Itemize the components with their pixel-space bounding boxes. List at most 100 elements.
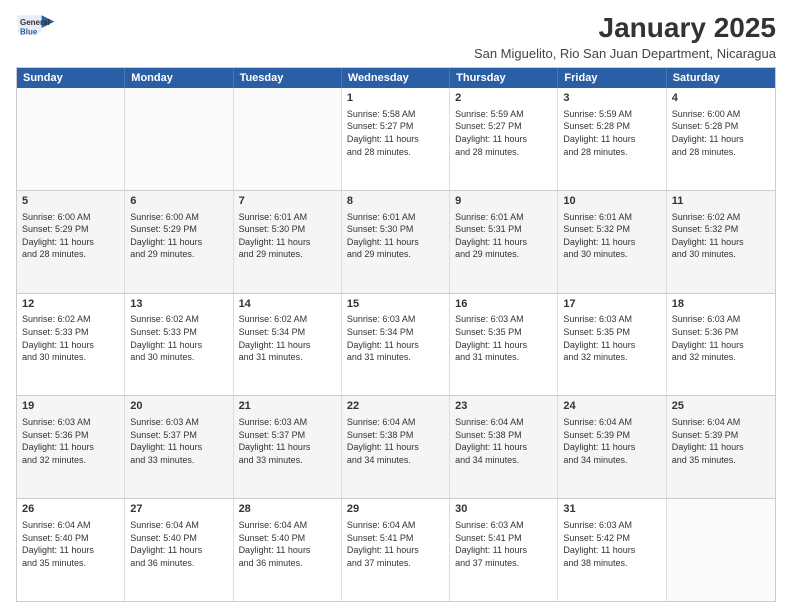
- cell-line-3: and 32 minutes.: [672, 351, 770, 364]
- calendar-cell-1: 1Sunrise: 5:58 AMSunset: 5:27 PMDaylight…: [342, 88, 450, 190]
- cell-line-3: and 30 minutes.: [22, 351, 119, 364]
- calendar-cell-15: 15Sunrise: 6:03 AMSunset: 5:34 PMDayligh…: [342, 294, 450, 396]
- cell-line-1: Sunset: 5:41 PM: [347, 532, 444, 545]
- cell-line-3: and 29 minutes.: [130, 248, 227, 261]
- cell-line-1: Sunset: 5:38 PM: [455, 429, 552, 442]
- calendar-cell-13: 13Sunrise: 6:02 AMSunset: 5:33 PMDayligh…: [125, 294, 233, 396]
- cell-line-1: Sunset: 5:41 PM: [455, 532, 552, 545]
- day-number: 9: [455, 194, 552, 209]
- cell-line-3: and 34 minutes.: [455, 454, 552, 467]
- cell-content: Sunrise: 6:02 AMSunset: 5:32 PMDaylight:…: [672, 211, 770, 261]
- cell-content: Sunrise: 6:01 AMSunset: 5:32 PMDaylight:…: [563, 211, 660, 261]
- day-number: 29: [347, 502, 444, 517]
- day-number: 12: [22, 297, 119, 312]
- cell-line-2: Daylight: 11 hours: [130, 544, 227, 557]
- cell-line-1: Sunset: 5:40 PM: [22, 532, 119, 545]
- calendar: SundayMondayTuesdayWednesdayThursdayFrid…: [16, 67, 776, 602]
- cell-line-3: and 28 minutes.: [347, 146, 444, 159]
- calendar-row-4: 26Sunrise: 6:04 AMSunset: 5:40 PMDayligh…: [17, 498, 775, 601]
- cell-content: Sunrise: 5:59 AMSunset: 5:28 PMDaylight:…: [563, 108, 660, 158]
- cell-content: Sunrise: 6:03 AMSunset: 5:34 PMDaylight:…: [347, 313, 444, 363]
- cell-line-0: Sunrise: 6:00 AM: [22, 211, 119, 224]
- cell-line-3: and 29 minutes.: [239, 248, 336, 261]
- cell-content: Sunrise: 6:03 AMSunset: 5:37 PMDaylight:…: [239, 416, 336, 466]
- cell-line-3: and 31 minutes.: [347, 351, 444, 364]
- cell-line-1: Sunset: 5:27 PM: [455, 120, 552, 133]
- cell-line-1: Sunset: 5:34 PM: [347, 326, 444, 339]
- cell-line-0: Sunrise: 6:01 AM: [455, 211, 552, 224]
- day-number: 3: [563, 91, 660, 106]
- calendar-cell-23: 23Sunrise: 6:04 AMSunset: 5:38 PMDayligh…: [450, 396, 558, 498]
- cell-line-1: Sunset: 5:28 PM: [672, 120, 770, 133]
- cell-line-1: Sunset: 5:36 PM: [22, 429, 119, 442]
- calendar-cell-26: 26Sunrise: 6:04 AMSunset: 5:40 PMDayligh…: [17, 499, 125, 601]
- cell-line-3: and 32 minutes.: [563, 351, 660, 364]
- header-day-friday: Friday: [558, 68, 666, 88]
- cell-line-0: Sunrise: 6:03 AM: [563, 313, 660, 326]
- cell-line-3: and 28 minutes.: [672, 146, 770, 159]
- day-number: 27: [130, 502, 227, 517]
- cell-line-0: Sunrise: 5:59 AM: [563, 108, 660, 121]
- cell-line-1: Sunset: 5:37 PM: [130, 429, 227, 442]
- cell-line-2: Daylight: 11 hours: [347, 544, 444, 557]
- cell-line-2: Daylight: 11 hours: [22, 236, 119, 249]
- cell-line-0: Sunrise: 6:00 AM: [672, 108, 770, 121]
- cell-line-1: Sunset: 5:39 PM: [672, 429, 770, 442]
- day-number: 11: [672, 194, 770, 209]
- calendar-row-3: 19Sunrise: 6:03 AMSunset: 5:36 PMDayligh…: [17, 395, 775, 498]
- title-block: January 2025 San Miguelito, Rio San Juan…: [474, 12, 776, 61]
- calendar-cell-10: 10Sunrise: 6:01 AMSunset: 5:32 PMDayligh…: [558, 191, 666, 293]
- cell-line-3: and 37 minutes.: [455, 557, 552, 570]
- cell-line-2: Daylight: 11 hours: [22, 441, 119, 454]
- cell-line-2: Daylight: 11 hours: [563, 133, 660, 146]
- day-number: 30: [455, 502, 552, 517]
- calendar-row-0: 1Sunrise: 5:58 AMSunset: 5:27 PMDaylight…: [17, 88, 775, 190]
- cell-line-2: Daylight: 11 hours: [563, 236, 660, 249]
- cell-line-0: Sunrise: 6:03 AM: [347, 313, 444, 326]
- header-day-saturday: Saturday: [667, 68, 775, 88]
- cell-line-2: Daylight: 11 hours: [672, 441, 770, 454]
- day-number: 8: [347, 194, 444, 209]
- cell-line-3: and 34 minutes.: [347, 454, 444, 467]
- cell-line-0: Sunrise: 6:01 AM: [347, 211, 444, 224]
- header-day-wednesday: Wednesday: [342, 68, 450, 88]
- cell-line-0: Sunrise: 6:03 AM: [563, 519, 660, 532]
- day-number: 6: [130, 194, 227, 209]
- day-number: 4: [672, 91, 770, 106]
- cell-line-0: Sunrise: 6:01 AM: [239, 211, 336, 224]
- calendar-cell-19: 19Sunrise: 6:03 AMSunset: 5:36 PMDayligh…: [17, 396, 125, 498]
- cell-line-3: and 30 minutes.: [130, 351, 227, 364]
- cell-line-1: Sunset: 5:28 PM: [563, 120, 660, 133]
- cell-line-2: Daylight: 11 hours: [347, 339, 444, 352]
- cell-line-2: Daylight: 11 hours: [347, 133, 444, 146]
- day-number: 14: [239, 297, 336, 312]
- cell-content: Sunrise: 6:03 AMSunset: 5:41 PMDaylight:…: [455, 519, 552, 569]
- cell-line-2: Daylight: 11 hours: [239, 339, 336, 352]
- cell-line-0: Sunrise: 6:03 AM: [672, 313, 770, 326]
- day-number: 13: [130, 297, 227, 312]
- cell-content: Sunrise: 6:01 AMSunset: 5:30 PMDaylight:…: [239, 211, 336, 261]
- calendar-cell-12: 12Sunrise: 6:02 AMSunset: 5:33 PMDayligh…: [17, 294, 125, 396]
- cell-line-0: Sunrise: 6:04 AM: [22, 519, 119, 532]
- cell-line-3: and 30 minutes.: [563, 248, 660, 261]
- header: GeneralBlue January 2025 San Miguelito, …: [16, 12, 776, 61]
- calendar-cell-16: 16Sunrise: 6:03 AMSunset: 5:35 PMDayligh…: [450, 294, 558, 396]
- cell-content: Sunrise: 6:02 AMSunset: 5:33 PMDaylight:…: [130, 313, 227, 363]
- cell-line-1: Sunset: 5:40 PM: [130, 532, 227, 545]
- calendar-cell-empty-0-1: [125, 88, 233, 190]
- cell-line-1: Sunset: 5:39 PM: [563, 429, 660, 442]
- calendar-cell-5: 5Sunrise: 6:00 AMSunset: 5:29 PMDaylight…: [17, 191, 125, 293]
- cell-line-0: Sunrise: 6:02 AM: [22, 313, 119, 326]
- calendar-cell-empty-0-2: [234, 88, 342, 190]
- cell-line-2: Daylight: 11 hours: [347, 236, 444, 249]
- day-number: 7: [239, 194, 336, 209]
- header-day-monday: Monday: [125, 68, 233, 88]
- cell-content: Sunrise: 6:04 AMSunset: 5:38 PMDaylight:…: [455, 416, 552, 466]
- day-number: 20: [130, 399, 227, 414]
- calendar-cell-27: 27Sunrise: 6:04 AMSunset: 5:40 PMDayligh…: [125, 499, 233, 601]
- cell-line-3: and 30 minutes.: [672, 248, 770, 261]
- cell-line-0: Sunrise: 6:03 AM: [455, 519, 552, 532]
- cell-line-1: Sunset: 5:32 PM: [672, 223, 770, 236]
- calendar-cell-29: 29Sunrise: 6:04 AMSunset: 5:41 PMDayligh…: [342, 499, 450, 601]
- calendar-cell-empty-4-6: [667, 499, 775, 601]
